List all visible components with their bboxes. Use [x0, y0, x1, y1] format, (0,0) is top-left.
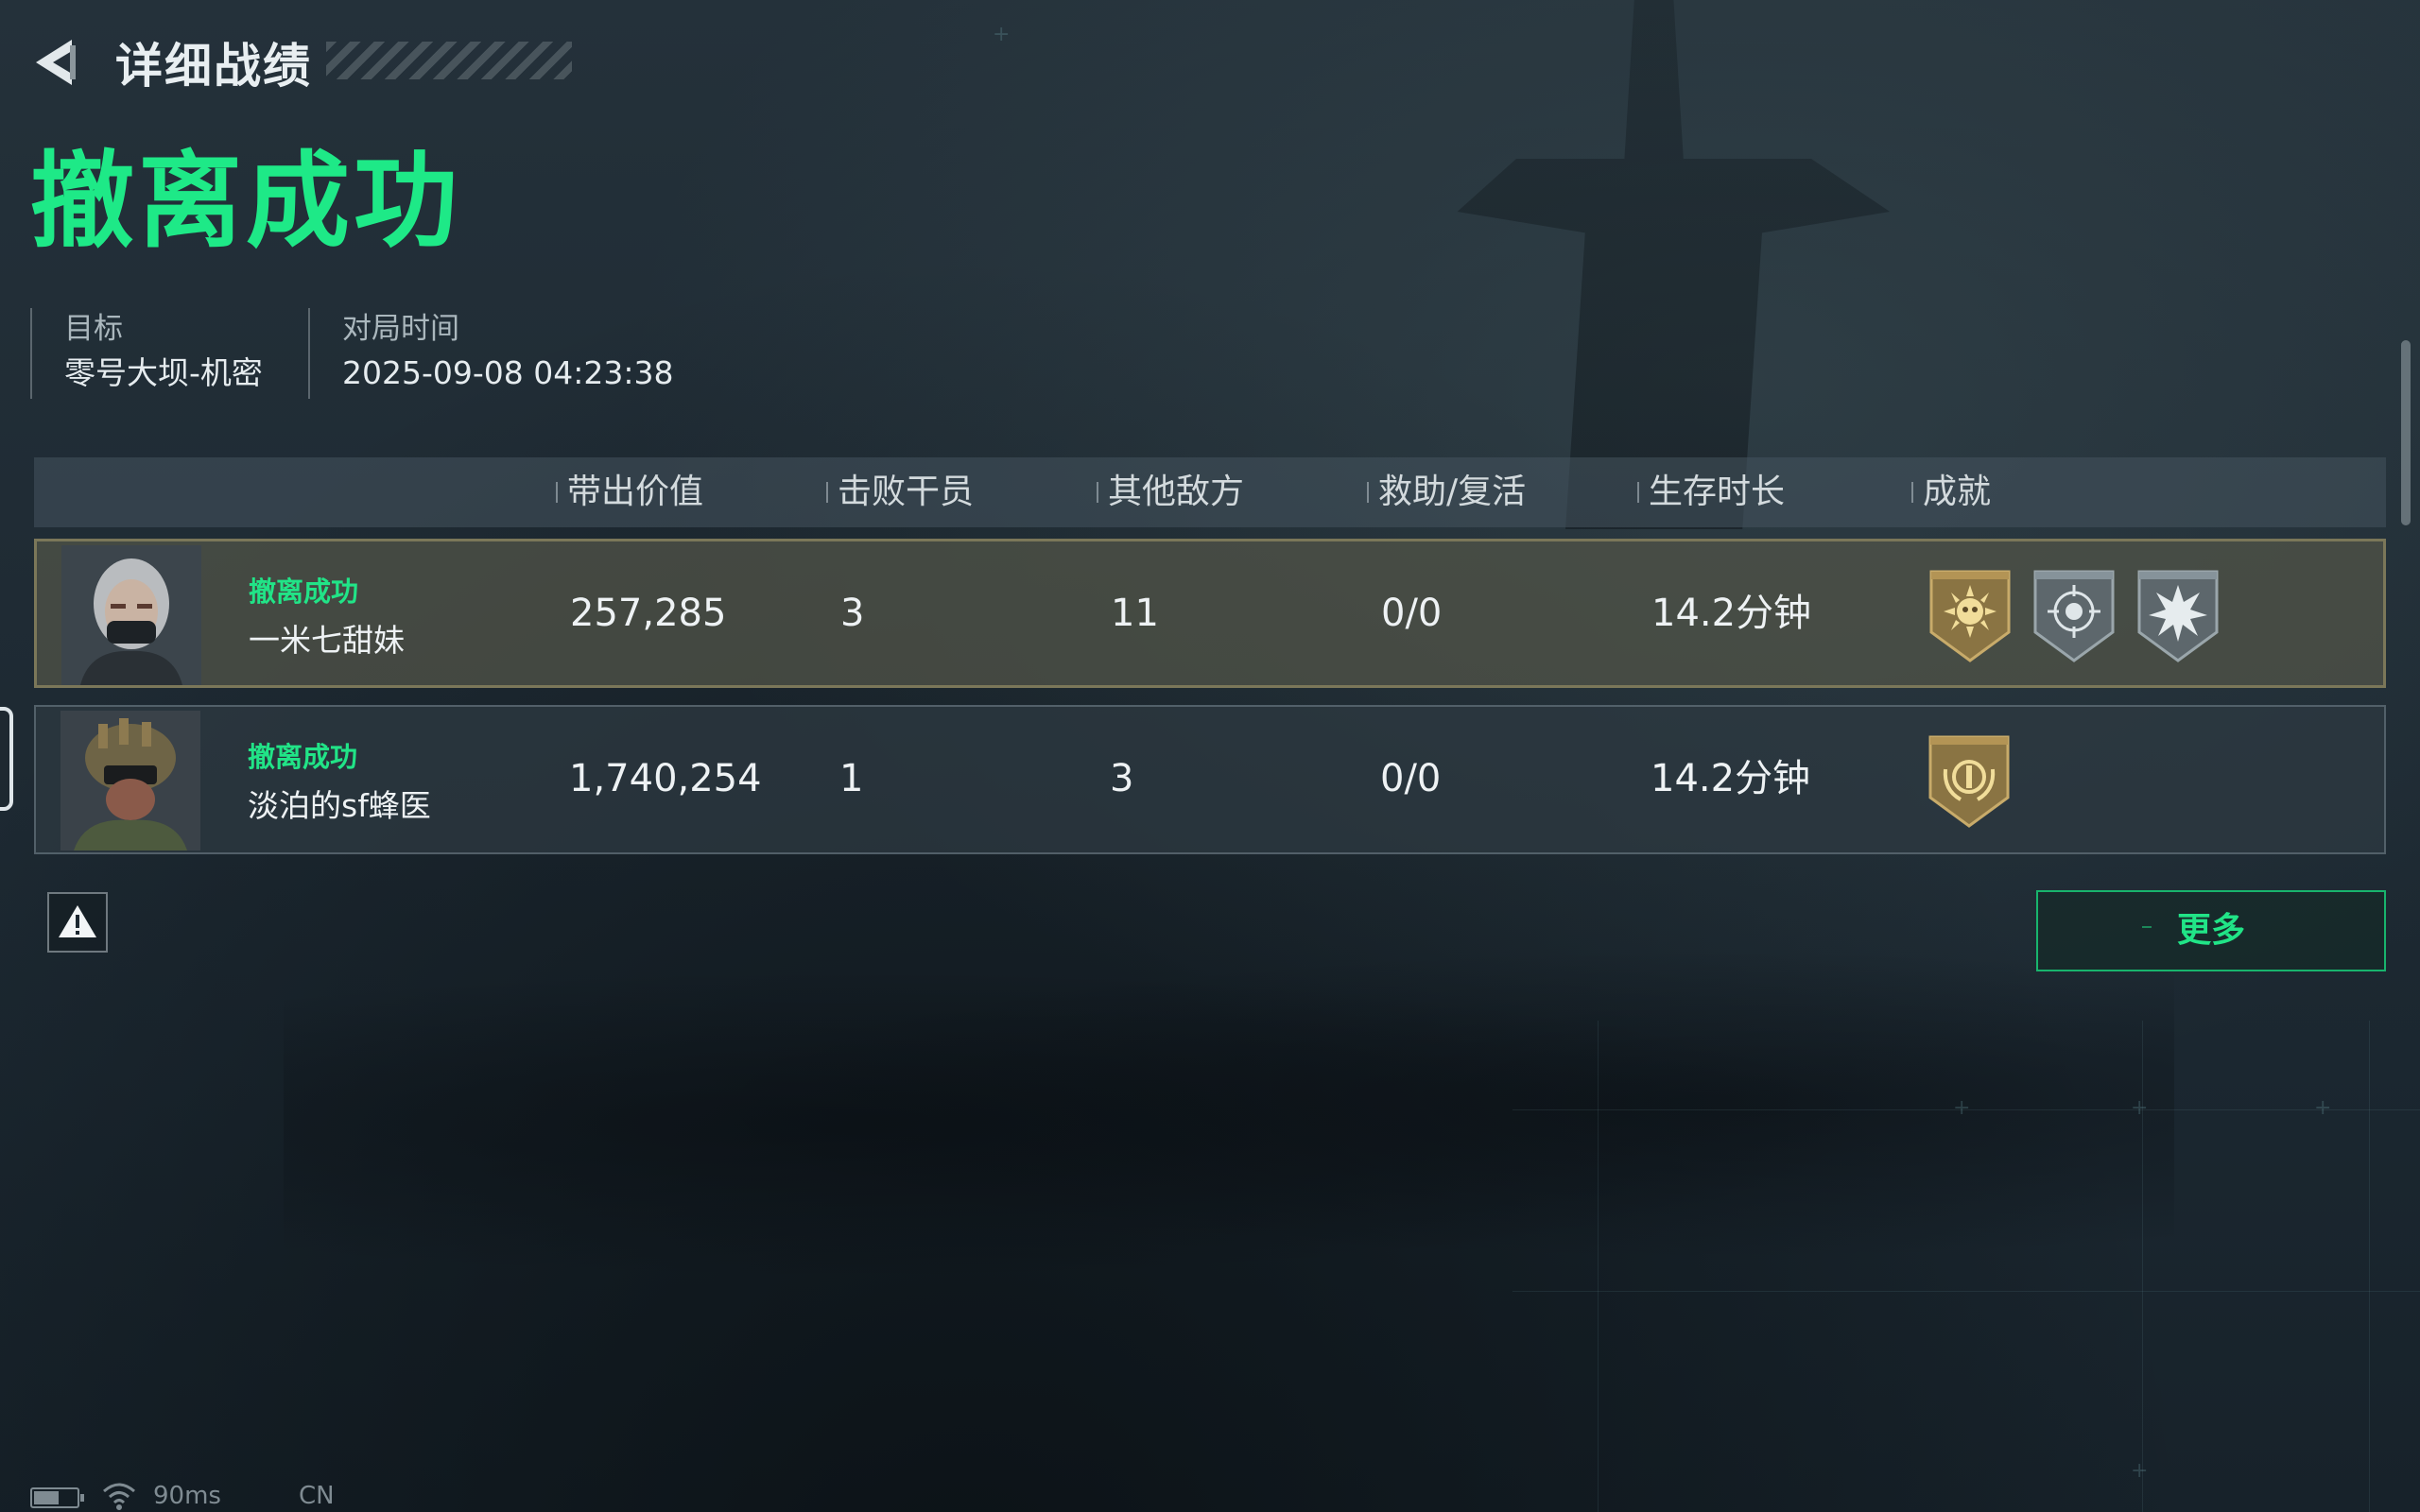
player-name: 一米七甜妹	[249, 622, 405, 659]
crosshair-mark: +	[1953, 1096, 1971, 1120]
background-soldiers	[284, 926, 2174, 1323]
explosion-silver-badge-icon[interactable]	[2135, 566, 2221, 664]
table-header: 带出价值 击败干员 其他敌方 救助/复活 生存时长 成就	[34, 457, 2386, 527]
cell-other-enemies: 11	[1111, 592, 1159, 635]
header-stripe-decoration	[326, 42, 572, 79]
uid-text: CN UID:1857936736815262409 57	[299, 1482, 648, 1512]
background-tower	[1457, 0, 1891, 529]
crosshair-mark: +	[2314, 1096, 2332, 1120]
scrollbar[interactable]	[2401, 340, 2411, 525]
match-time-info: 对局时间 2025-09-08 04:23:38	[308, 308, 673, 399]
laurel-emblem-gold-badge-icon[interactable]	[1927, 731, 2012, 830]
cell-kills: 3	[840, 592, 865, 635]
crosshair-mark: +	[993, 23, 1011, 46]
result-title: 撤离成功	[30, 141, 461, 262]
target-info: 目标 零号大坝-机密	[30, 308, 263, 399]
screen: + + + + + 详细战绩 撤离成功 目标 零号大坝-机密 对局时间 2025…	[0, 0, 2420, 1512]
target-label: 目标	[64, 312, 123, 346]
column-header-kills: 击败干员	[826, 457, 974, 527]
column-header-survival: 生存时长	[1637, 457, 1785, 527]
column-header-value: 带出价值	[556, 457, 703, 527]
grid-line	[2369, 1021, 2370, 1512]
crosshair-mark: +	[2131, 1459, 2149, 1483]
button-tick-decoration	[2142, 926, 2152, 928]
match-time-label: 对局时间	[342, 312, 459, 346]
avatar	[60, 711, 200, 850]
sun-skull-gold-badge-icon[interactable]	[1927, 566, 2013, 664]
cell-other-enemies: 3	[1110, 757, 1134, 800]
target-value: 零号大坝-机密	[64, 354, 263, 391]
cell-value: 1,740,254	[569, 757, 762, 800]
wifi-icon	[100, 1480, 138, 1512]
cell-kills: 1	[839, 757, 864, 800]
grid-line	[1598, 1021, 1599, 1512]
cell-assist-revive: 0/0	[1380, 757, 1442, 800]
row-status: 撤离成功	[248, 741, 358, 773]
grid-line	[2142, 1021, 2143, 1512]
table-row[interactable]: 撤离成功 淡泊的sf蜂医 1,740,254 1 3 0/0 14.2分钟	[34, 705, 2386, 854]
cell-survival: 14.2分钟	[1651, 757, 1811, 800]
column-header-assist-revive: 救助/复活	[1367, 457, 1526, 527]
page-title: 详细战绩	[115, 39, 312, 94]
cell-assist-revive: 0/0	[1381, 592, 1443, 635]
side-drawer-handle[interactable]	[0, 707, 13, 811]
warning-icon	[59, 905, 96, 937]
column-header-achievements: 成就	[1911, 457, 1991, 527]
crosshair-mark: +	[2131, 1096, 2149, 1120]
row-status: 撤离成功	[249, 576, 359, 608]
battery-icon	[30, 1487, 84, 1508]
more-button-label: 更多	[2176, 911, 2245, 950]
operator-portrait-icon	[60, 711, 200, 850]
avatar	[61, 545, 201, 685]
report-button[interactable]	[47, 892, 108, 953]
back-button[interactable]	[28, 34, 81, 91]
more-button[interactable]: 更多	[2036, 890, 2386, 971]
grid-line	[1512, 1291, 2420, 1292]
crosshair-skull-silver-badge-icon[interactable]	[2031, 566, 2117, 664]
operator-portrait-icon	[61, 545, 201, 685]
cell-value: 257,285	[570, 592, 727, 635]
ping-value: 90ms	[153, 1482, 221, 1510]
cell-survival: 14.2分钟	[1651, 592, 1812, 635]
back-arrow-icon	[36, 40, 76, 85]
column-header-other-enemies: 其他敌方	[1097, 457, 1244, 527]
match-time-value: 2025-09-08 04:23:38	[342, 354, 674, 391]
player-name: 淡泊的sf蜂医	[248, 787, 431, 824]
table-row[interactable]: 撤离成功 一米七甜妹 257,285 3 11 0/0 14.2分钟	[34, 539, 2386, 688]
